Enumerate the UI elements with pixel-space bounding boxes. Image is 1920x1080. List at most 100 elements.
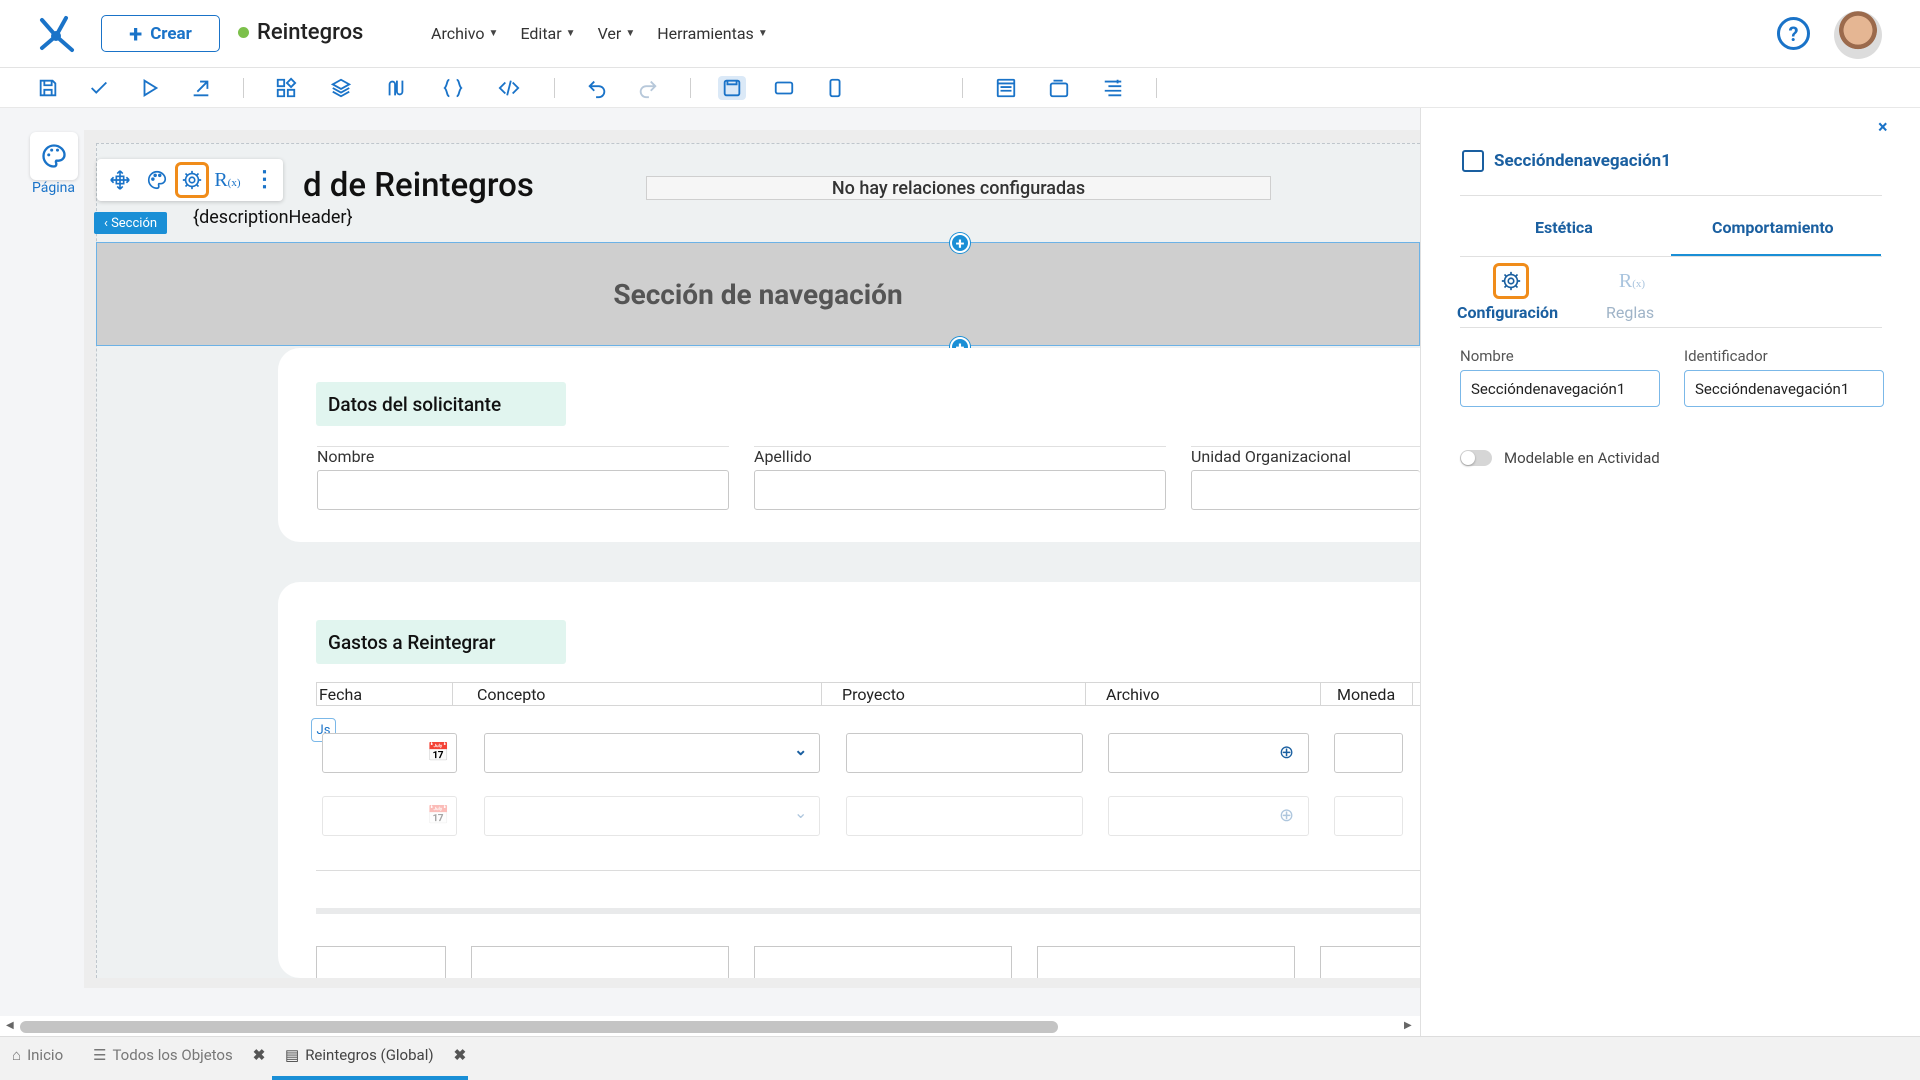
page-style-button[interactable] bbox=[30, 132, 78, 180]
status-dot bbox=[238, 27, 249, 38]
applicant-card-title[interactable]: Datos del solicitante bbox=[316, 382, 566, 426]
proyecto-cell[interactable] bbox=[846, 733, 1083, 773]
components-icon[interactable] bbox=[274, 76, 298, 100]
navigation-section[interactable]: Sección de navegación bbox=[96, 242, 1420, 346]
upload-icon[interactable]: ⊕ bbox=[1279, 805, 1294, 826]
mobile-view-icon[interactable] bbox=[823, 76, 847, 100]
applicant-card bbox=[278, 348, 1420, 542]
check-icon[interactable] bbox=[87, 76, 111, 100]
palette-icon[interactable] bbox=[138, 162, 175, 198]
rules-icon[interactable]: R(x) bbox=[209, 162, 246, 198]
bottom-tab-inicio[interactable]: ⌂ Inicio bbox=[12, 1046, 63, 1064]
section-breadcrumb-tag[interactable]: ‹ Sección bbox=[94, 212, 167, 234]
chevron-down-icon[interactable]: ⌄ bbox=[794, 740, 807, 759]
layers-icon[interactable] bbox=[329, 76, 353, 100]
scroll-right-icon[interactable]: ▶ bbox=[1404, 1020, 1412, 1031]
menu-editar[interactable]: Editar ▼ bbox=[520, 24, 575, 43]
data-icon[interactable] bbox=[384, 76, 408, 100]
grid-footer-cell[interactable] bbox=[471, 946, 729, 978]
close-icon[interactable]: × bbox=[1878, 117, 1888, 138]
redo-icon[interactable] bbox=[636, 76, 660, 100]
code-icon[interactable] bbox=[497, 76, 521, 100]
export-icon[interactable] bbox=[189, 76, 213, 100]
toolbar-divider bbox=[554, 78, 555, 98]
modelable-toggle[interactable] bbox=[1460, 450, 1492, 466]
more-options-icon[interactable]: ⋮ bbox=[246, 162, 283, 198]
tabs-divider bbox=[1460, 256, 1882, 257]
nombre-field[interactable]: Seccióndenavegación1 bbox=[1460, 370, 1660, 407]
concepto-select[interactable] bbox=[484, 733, 820, 773]
expenses-card-title[interactable]: Gastos a Reintegrar bbox=[316, 620, 566, 664]
undo-icon[interactable] bbox=[585, 76, 609, 100]
column-header-concepto[interactable]: Concepto bbox=[453, 683, 822, 705]
close-tab-icon[interactable]: ✖ bbox=[454, 1046, 467, 1064]
app-title: Reintegros bbox=[238, 20, 363, 45]
scroll-left-icon[interactable]: ◀ bbox=[6, 1020, 14, 1031]
format-icon[interactable] bbox=[1101, 76, 1125, 100]
identificador-field[interactable]: Seccióndenavegación1 bbox=[1684, 370, 1884, 407]
editor-toolbar: 1382px bbox=[0, 68, 1920, 165]
nombre-input[interactable] bbox=[317, 470, 729, 510]
desktop-view-icon[interactable] bbox=[718, 76, 746, 100]
upload-icon[interactable]: ⊕ bbox=[1279, 742, 1294, 763]
section-square-icon bbox=[1462, 150, 1484, 172]
menu-ver[interactable]: Ver ▼ bbox=[598, 24, 636, 43]
add-above-icon[interactable]: + bbox=[950, 233, 970, 253]
avatar[interactable] bbox=[1834, 11, 1882, 59]
create-button-label: Crear bbox=[150, 23, 192, 44]
chevron-down-icon[interactable]: ⌄ bbox=[794, 803, 807, 822]
grid-footer-cell[interactable] bbox=[1037, 946, 1295, 978]
plus-icon: + bbox=[129, 19, 143, 48]
description-header[interactable]: {descriptionHeader} bbox=[193, 207, 353, 228]
chevron-down-icon: ▼ bbox=[565, 28, 576, 39]
app-logo-icon[interactable] bbox=[36, 12, 76, 56]
tab-estetica[interactable]: Estética bbox=[1535, 218, 1593, 237]
save-icon[interactable] bbox=[36, 76, 60, 100]
play-icon[interactable] bbox=[138, 76, 162, 100]
proyecto-cell[interactable] bbox=[846, 796, 1083, 836]
horizontal-scrollbar[interactable]: ◀ ▶ bbox=[0, 1016, 1420, 1036]
calendar-icon[interactable]: 📅 bbox=[427, 805, 449, 826]
grid-footer-cell[interactable] bbox=[754, 946, 1012, 978]
column-header-fecha[interactable]: Fecha bbox=[317, 683, 453, 705]
subtab-configuracion[interactable]: Configuración bbox=[1457, 303, 1558, 322]
tablet-view-icon[interactable] bbox=[772, 76, 796, 100]
apellido-input[interactable] bbox=[754, 470, 1166, 510]
close-tab-icon[interactable]: ✖ bbox=[253, 1046, 266, 1064]
bottom-tab-todos[interactable]: ☰ Todos los Objetos ✖ bbox=[93, 1046, 265, 1064]
braces-icon[interactable] bbox=[441, 76, 465, 100]
bottom-tab-reintegros[interactable]: ▤ Reintegros (Global) ✖ bbox=[285, 1046, 466, 1064]
column-header-archivo[interactable]: Archivo bbox=[1086, 683, 1321, 705]
subtab-reglas[interactable]: Reglas bbox=[1606, 303, 1654, 322]
field-label-unidad: Unidad Organizacional bbox=[1191, 447, 1351, 466]
field-label-apellido: Apellido bbox=[754, 447, 812, 466]
menu-archivo[interactable]: Archivo ▼ bbox=[431, 24, 498, 43]
moneda-cell[interactable] bbox=[1334, 733, 1403, 773]
scrollbar-thumb[interactable] bbox=[20, 1021, 1058, 1033]
section-divider bbox=[316, 908, 1420, 914]
help-icon[interactable]: ? bbox=[1777, 17, 1810, 50]
tab-comportamiento[interactable]: Comportamiento bbox=[1712, 218, 1834, 237]
dialogs-icon[interactable] bbox=[1047, 76, 1071, 100]
active-tab-indicator bbox=[1671, 254, 1881, 256]
gear-icon[interactable] bbox=[1493, 263, 1529, 299]
move-icon[interactable] bbox=[101, 162, 138, 198]
form-preview-icon[interactable] bbox=[994, 76, 1018, 100]
home-icon: ⌂ bbox=[12, 1046, 22, 1064]
grid-footer-cell[interactable] bbox=[316, 946, 446, 978]
menu-herramientas[interactable]: Herramientas ▼ bbox=[657, 24, 767, 43]
create-button[interactable]: + Crear bbox=[101, 15, 220, 52]
unidad-input[interactable] bbox=[1191, 470, 1420, 510]
column-header-moneda[interactable]: Moneda bbox=[1321, 683, 1413, 705]
calendar-icon[interactable]: 📅 bbox=[427, 742, 449, 763]
moneda-cell[interactable] bbox=[1334, 796, 1403, 836]
element-floating-toolbar: R(x) ⋮ bbox=[97, 159, 283, 201]
list-icon: ☰ bbox=[93, 1046, 107, 1064]
concepto-select[interactable] bbox=[484, 796, 820, 836]
gear-icon[interactable] bbox=[175, 162, 209, 198]
column-header-proyecto[interactable]: Proyecto bbox=[822, 683, 1086, 705]
rules-icon[interactable]: R(x) bbox=[1614, 263, 1650, 299]
field-top-border bbox=[1191, 446, 1420, 447]
grid-footer-cell[interactable] bbox=[1320, 946, 1420, 978]
page-title[interactable]: d de Reintegros bbox=[303, 166, 534, 205]
